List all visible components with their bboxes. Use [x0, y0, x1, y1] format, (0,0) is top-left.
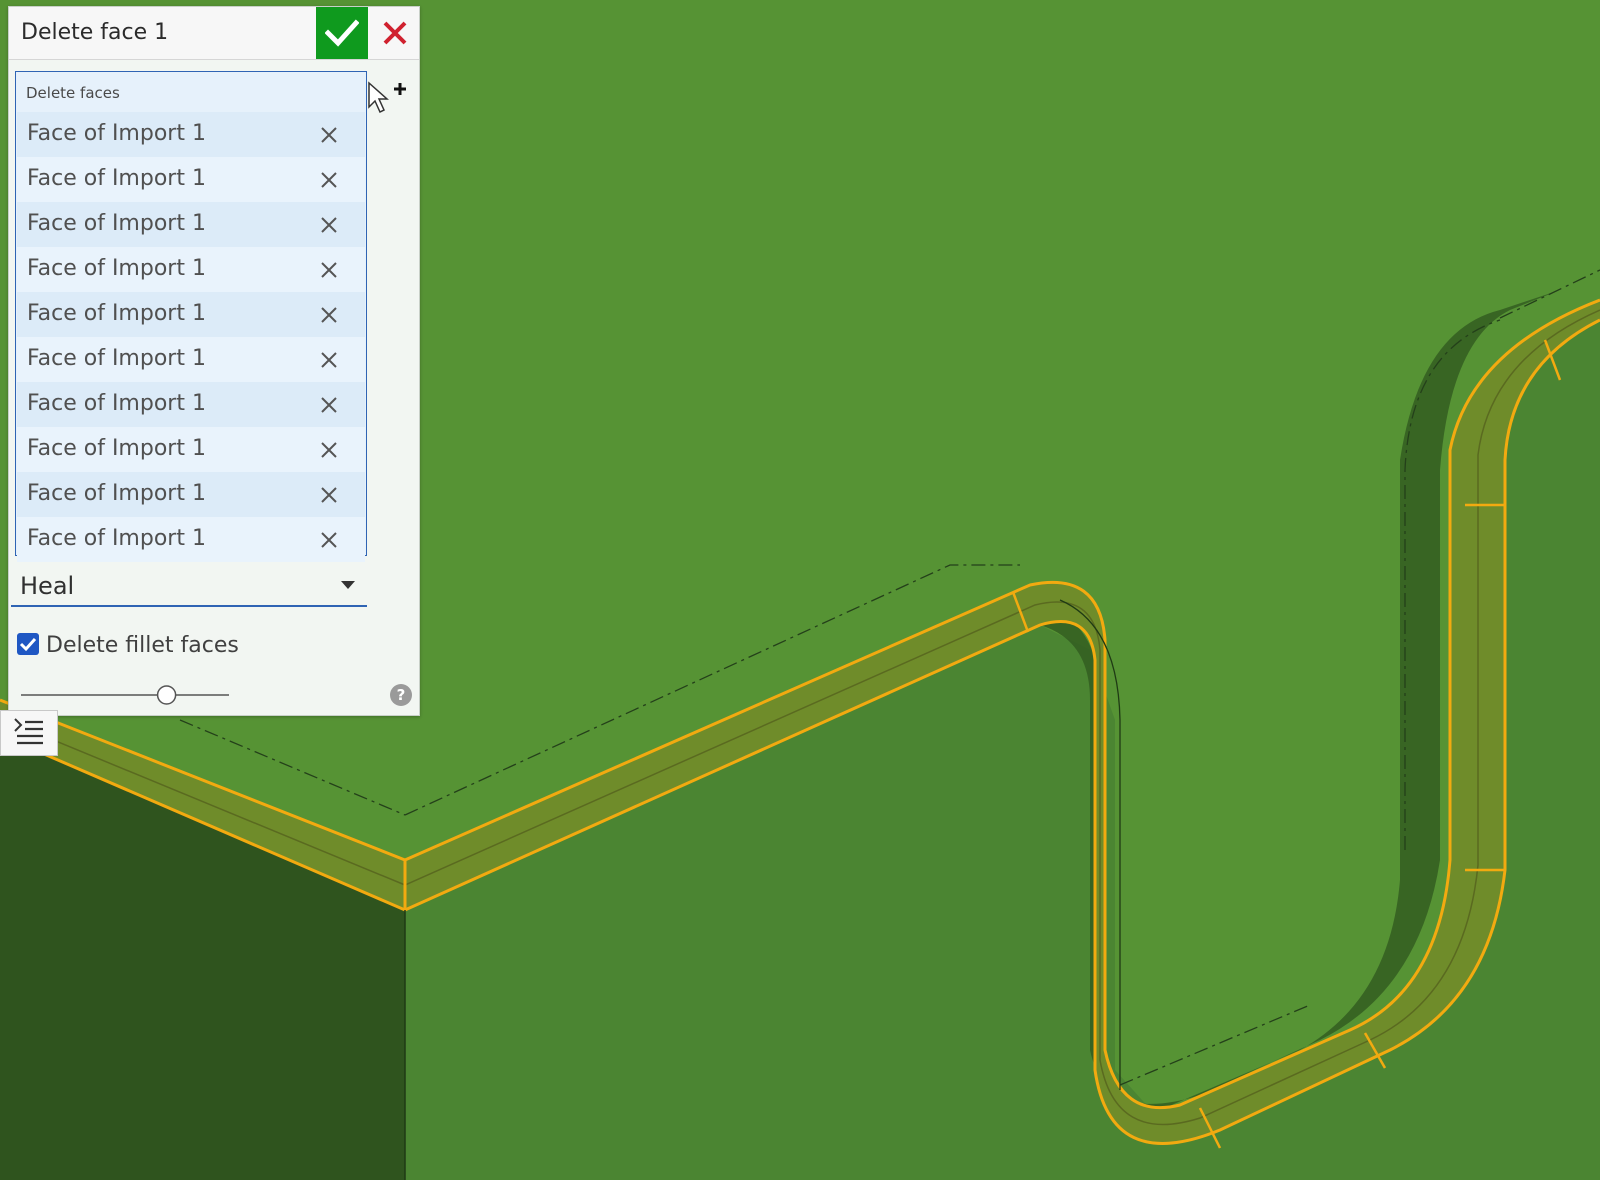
face-item-label: Face of Import 1 — [27, 166, 206, 191]
rollback-slider[interactable] — [19, 683, 231, 707]
heal-mode-dropdown[interactable]: Heal — [11, 565, 367, 607]
accept-button[interactable] — [316, 7, 368, 59]
help-icon[interactable]: ? — [389, 683, 413, 707]
face-list-item[interactable]: Face of Import 1 — [17, 292, 365, 337]
face-list-item[interactable]: Face of Import 1 — [17, 472, 365, 517]
face-list-item[interactable]: Face of Import 1 — [17, 157, 365, 202]
face-list-item[interactable]: Face of Import 1 — [17, 247, 365, 292]
delete-face-dialog: Delete face 1 Delete faces Face of Impor… — [8, 6, 420, 716]
cursor-add-icon[interactable] — [367, 81, 409, 119]
delete-fillet-faces-label: Delete fillet faces — [46, 633, 239, 658]
dialog-header: Delete face 1 — [9, 7, 419, 60]
face-list-item[interactable]: Face of Import 1 — [17, 427, 365, 472]
remove-face-icon[interactable] — [317, 258, 341, 282]
check-icon — [325, 19, 359, 47]
remove-face-icon[interactable] — [317, 123, 341, 147]
slider-handle[interactable] — [156, 685, 177, 705]
remove-face-icon[interactable] — [317, 168, 341, 192]
remove-face-icon[interactable] — [317, 528, 341, 552]
face-item-label: Face of Import 1 — [27, 436, 206, 461]
face-list-item[interactable]: Face of Import 1 — [17, 202, 365, 247]
close-icon — [383, 21, 406, 45]
remove-face-icon[interactable] — [317, 438, 341, 462]
svg-text:?: ? — [397, 686, 406, 704]
face-list-item[interactable]: Face of Import 1 — [17, 517, 365, 562]
checkmark-icon — [19, 637, 37, 652]
face-item-label: Face of Import 1 — [27, 346, 206, 371]
face-item-label: Face of Import 1 — [27, 256, 206, 281]
face-item-label: Face of Import 1 — [27, 391, 206, 416]
dialog-title: Delete face 1 — [21, 20, 169, 45]
remove-face-icon[interactable] — [317, 303, 341, 327]
cancel-button[interactable] — [370, 7, 419, 59]
faces-list: Face of Import 1 Face of Import 1 Face o… — [17, 112, 365, 562]
delete-fillet-faces-checkbox[interactable] — [17, 633, 39, 655]
face-list-item[interactable]: Face of Import 1 — [17, 382, 365, 427]
face-item-label: Face of Import 1 — [27, 121, 206, 146]
delete-faces-selection-box[interactable]: Delete faces Face of Import 1 Face of Im… — [15, 71, 367, 562]
face-item-label: Face of Import 1 — [27, 481, 206, 506]
face-item-label: Face of Import 1 — [27, 211, 206, 236]
face-item-label: Face of Import 1 — [27, 301, 206, 326]
face-item-label: Face of Import 1 — [27, 526, 206, 551]
face-list-item[interactable]: Face of Import 1 — [17, 112, 365, 157]
feature-list-button[interactable] — [0, 710, 58, 756]
delete-faces-label: Delete faces — [26, 84, 120, 102]
face-list-item[interactable]: Face of Import 1 — [17, 337, 365, 382]
remove-face-icon[interactable] — [317, 393, 341, 417]
chevron-down-icon — [341, 581, 355, 589]
heal-mode-value: Heal — [20, 572, 75, 600]
feature-list-icon — [14, 718, 43, 745]
remove-face-icon[interactable] — [317, 213, 341, 237]
remove-face-icon[interactable] — [317, 483, 341, 507]
remove-face-icon[interactable] — [317, 348, 341, 372]
